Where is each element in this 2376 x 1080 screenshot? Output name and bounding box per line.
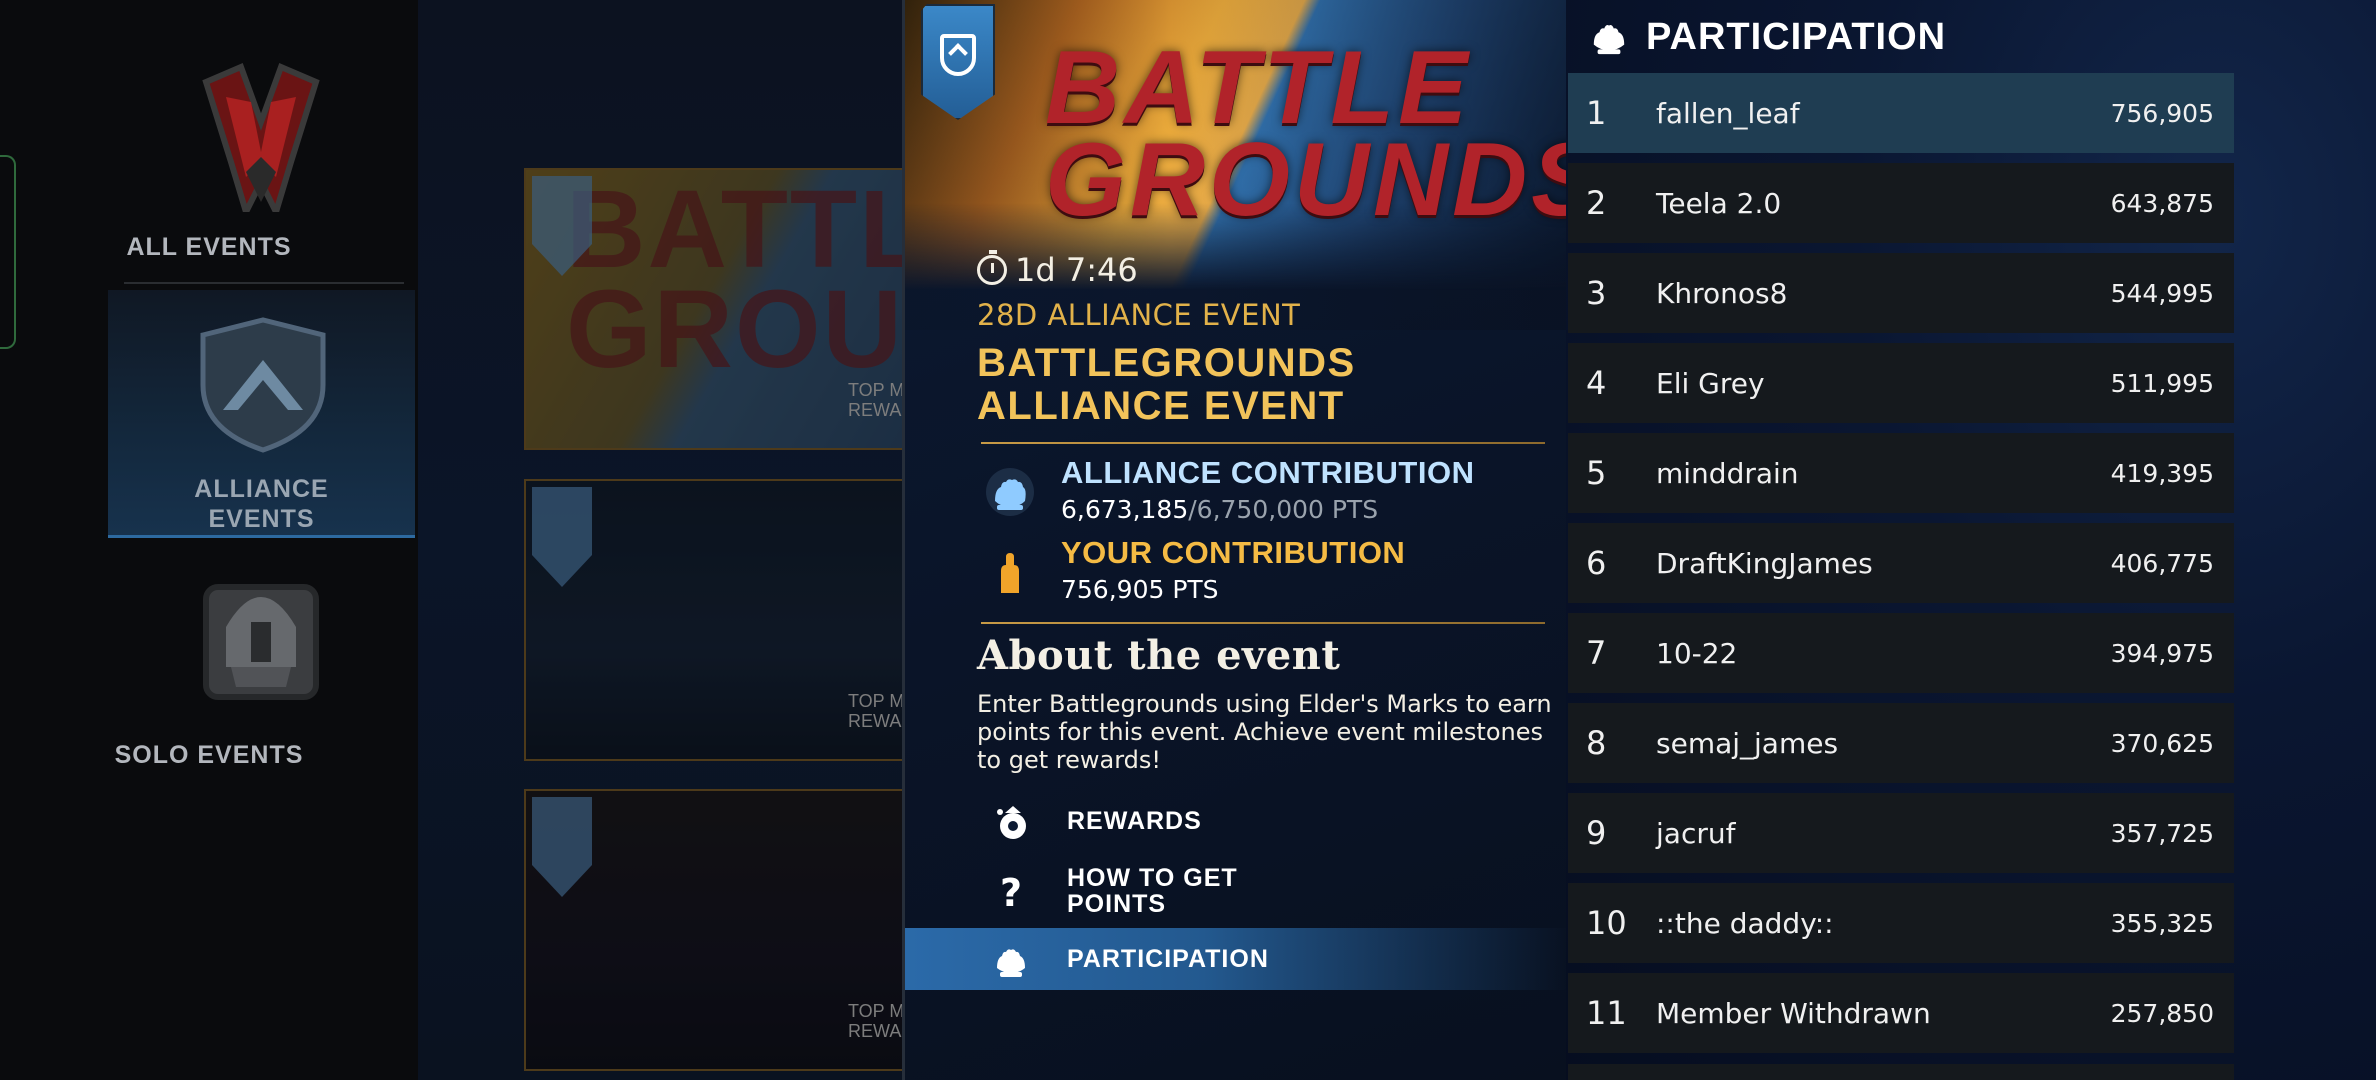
table-row[interactable]: 11 Member Withdrawn 257,850 — [1568, 973, 2234, 1053]
event-card[interactable]: TOP M REWA — [524, 479, 928, 761]
alliance-contribution: ALLIANCE CONTRIBUTION 6,673,185/6,750,00… — [985, 455, 1545, 525]
sidebar-item-solo-events[interactable]: SOLO EVENTS — [0, 565, 418, 785]
member-points: 355,325 — [2110, 908, 2214, 938]
member-name: DraftKingJames — [1656, 546, 1873, 580]
table-row[interactable]: 7 10-22 394,975 — [1568, 613, 2234, 693]
menu-rewards[interactable]: REWARDS — [905, 790, 1569, 852]
member-points: 257,850 — [2110, 998, 2214, 1028]
your-fist-icon — [1001, 553, 1019, 593]
event-duration-tag: 28D ALLIANCE EVENT — [977, 298, 1301, 332]
about-description: Enter Battlegrounds using Elder's Marks … — [977, 690, 1552, 774]
event-card-reward-label: TOP M REWA — [848, 1001, 905, 1041]
alliance-shield-icon — [200, 317, 326, 453]
participation-fists-icon — [997, 949, 1025, 977]
timer-text: 1d 7:46 — [1015, 251, 1138, 289]
table-row[interactable]: 3 Khronos8 544,995 — [1568, 253, 2234, 333]
member-name: Eli Grey — [1656, 366, 1765, 400]
rank-number: 9 — [1586, 814, 1607, 852]
rank-number: 7 — [1586, 634, 1607, 672]
menu-how-to-get-points[interactable]: ? HOW TO GET POINTS — [905, 860, 1569, 922]
your-contribution-label: YOUR CONTRIBUTION — [1061, 535, 1406, 570]
stopwatch-icon — [977, 250, 1007, 285]
rank-number: 1 — [1586, 94, 1607, 132]
table-row[interactable]: 10::the daddy:: 355,325 — [1568, 883, 2234, 963]
sidebar-item-label: SOLO EVENTS — [114, 741, 304, 769]
sidebar-item-alliance-events[interactable]: ALLIANCE EVENTS — [108, 290, 415, 538]
event-title: BATTLEGROUNDS ALLIANCE EVENT — [977, 341, 1356, 428]
divider — [981, 442, 1545, 444]
menu-label: REWARDS — [1067, 807, 1202, 835]
sidebar-item-all-events[interactable]: ALL EVENTS — [0, 40, 418, 280]
event-list: BATTLEGROUND TOP M REWA TOP M REWA TOP M… — [418, 0, 928, 1080]
member-points: 394,975 — [2110, 638, 2214, 668]
participation-header: PARTICIPATION — [1590, 12, 1946, 62]
member-name: Teela 2.0 — [1656, 186, 1782, 220]
rank-number: 10 — [1586, 904, 1627, 942]
member-points: 756,905 — [2110, 98, 2214, 128]
member-name: jacruf — [1656, 816, 1736, 850]
rank-number: 5 — [1586, 454, 1607, 492]
table-row[interactable]: 6 DraftKingJames 406,775 — [1568, 523, 2234, 603]
member-points: 406,775 — [2110, 548, 2214, 578]
event-category-sidebar: ALL EVENTS ALLIANCE EVENTS SOLO EVENTS — [0, 0, 418, 1080]
menu-label: PARTICIPATION — [1067, 945, 1269, 973]
sidebar-divider — [124, 282, 404, 284]
rank-number: 4 — [1586, 364, 1607, 402]
table-row[interactable]: 5 minddrain 419,395 — [1568, 433, 2234, 513]
member-name: Member Withdrawn — [1656, 996, 1931, 1030]
member-name: ::the daddy:: — [1656, 906, 1834, 940]
member-name: fallen_leaf — [1656, 96, 1800, 130]
event-detail-panel: BATTLE GROUNDS 1d 7:46 28D ALLIANCE EVEN… — [902, 0, 1605, 1080]
member-name: 10-22 — [1656, 636, 1738, 670]
svg-text:?: ? — [1000, 872, 1022, 912]
event-hero-logo: BATTLE GROUNDS — [1045, 30, 1605, 238]
member-points: 419,395 — [2110, 458, 2214, 488]
rank-number: 6 — [1586, 544, 1607, 582]
question-mark-icon: ? — [1000, 872, 1022, 912]
solo-helmet-icon — [203, 584, 319, 700]
participation-title: PARTICIPATION — [1646, 15, 1947, 58]
rewards-bag-icon — [997, 806, 1026, 839]
sidebar-item-label: ALL EVENTS — [126, 233, 292, 261]
menu-label: HOW TO GET POINTS — [1067, 864, 1238, 918]
menu-participation[interactable]: PARTICIPATION — [905, 928, 1569, 990]
table-row[interactable]: 8 semaj_james 370,625 — [1568, 703, 2234, 783]
your-contribution-value: 756,905 PTS — [1061, 575, 1219, 604]
rank-number: 11 — [1586, 994, 1627, 1032]
table-row[interactable]: 2 Teela 2.0 643,875 — [1568, 163, 2234, 243]
event-card[interactable]: TOP M REWA — [524, 789, 928, 1071]
member-points: 643,875 — [2110, 188, 2214, 218]
divider — [981, 622, 1545, 624]
about-title: About the event — [977, 632, 1341, 679]
alliance-fists-icon — [986, 468, 1034, 516]
rank-number: 3 — [1586, 274, 1607, 312]
event-card-battlegrounds[interactable]: BATTLEGROUND TOP M REWA — [524, 168, 928, 450]
your-contribution: YOUR CONTRIBUTION 756,905 PTS — [985, 535, 1545, 605]
alliance-contribution-value: 6,673,185/6,750,000 PTS — [1061, 495, 1379, 524]
event-card-reward-label: TOP M REWA — [848, 691, 905, 731]
event-card-reward-label: TOP M REWA — [848, 380, 905, 420]
table-row-partial — [1568, 1064, 2234, 1080]
sidebar-item-label: ALLIANCE EVENTS — [194, 475, 329, 533]
participation-fists-icon — [1593, 25, 1625, 55]
rank-number: 8 — [1586, 724, 1607, 762]
alliance-contribution-label: ALLIANCE CONTRIBUTION — [1061, 455, 1475, 490]
member-points: 544,995 — [2110, 278, 2214, 308]
table-row[interactable]: 1 fallen_leaf 756,905 — [1568, 73, 2234, 153]
member-points: 511,995 — [2110, 368, 2214, 398]
member-points: 370,625 — [2110, 728, 2214, 758]
table-row[interactable]: 9 jacruf 357,725 — [1568, 793, 2234, 873]
member-points: 357,725 — [2110, 818, 2214, 848]
member-name: minddrain — [1656, 456, 1799, 490]
table-row[interactable]: 4 Eli Grey 511,995 — [1568, 343, 2234, 423]
all-events-crest-icon — [202, 62, 320, 212]
rank-number: 2 — [1586, 184, 1607, 222]
member-name: semaj_james — [1656, 726, 1839, 760]
member-name: Khronos8 — [1656, 276, 1788, 310]
event-timer: 1d 7:46 — [977, 250, 1138, 290]
